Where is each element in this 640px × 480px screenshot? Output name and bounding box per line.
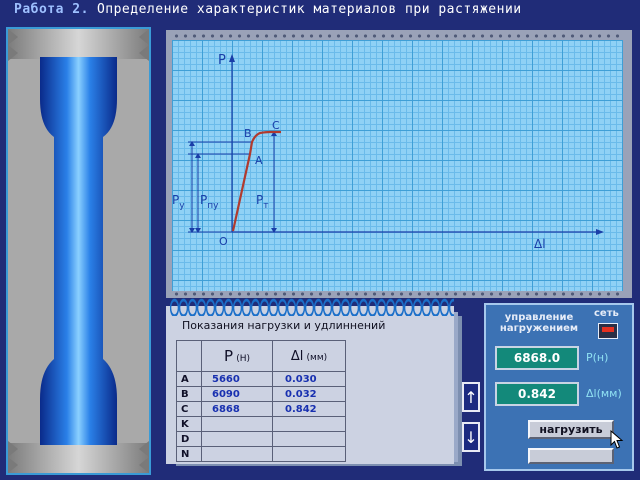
net-indicator-icon [602, 327, 614, 332]
cell-p [201, 446, 273, 462]
cell-dl [272, 416, 346, 432]
point-b: B [244, 127, 252, 140]
load-button[interactable]: нагрузить [528, 420, 614, 439]
header-dl: Δl (мм) [272, 340, 346, 372]
table-row: B 6090 0.032 [176, 386, 346, 402]
load-unit: P(н) [586, 351, 609, 364]
label-pt: Pт [256, 193, 269, 211]
label-ppu: Pпу [200, 193, 219, 211]
scroll-up-button[interactable]: ↑ [462, 382, 480, 412]
table-row: D [176, 431, 346, 447]
row-label: N [176, 446, 202, 462]
row-label: B [176, 386, 202, 402]
row-label: C [176, 401, 202, 417]
header-p: P (Н) [201, 340, 273, 372]
point-o: O [219, 235, 228, 248]
cell-dl [272, 431, 346, 447]
cell-p [201, 416, 273, 432]
table-row: A 5660 0.030 [176, 371, 346, 387]
cell-p: 6090 [201, 386, 273, 402]
work-title: Определение характеристик материалов при… [96, 2, 522, 17]
table-title: Показания нагрузки и удлиннений [182, 319, 386, 332]
cell-p: 5660 [201, 371, 273, 387]
row-label: D [176, 431, 202, 447]
y-axis-label: P [218, 53, 226, 68]
specimen-panel [6, 27, 151, 475]
row-label: K [176, 416, 202, 432]
paper-holes-bottom [172, 291, 623, 297]
table-row: N [176, 446, 346, 462]
load-display: 6868.0 [495, 346, 579, 370]
specimen-image [8, 29, 149, 473]
scroll-down-button[interactable]: ↓ [462, 422, 480, 452]
corner-cell [176, 340, 202, 372]
table-row: K [176, 416, 346, 432]
control-heading: управление нагружением [499, 312, 579, 334]
elongation-display: 0.842 [495, 382, 579, 406]
net-switch[interactable] [598, 323, 618, 339]
cell-dl [272, 446, 346, 462]
mouse-cursor-icon [610, 430, 624, 449]
point-a: A [255, 154, 263, 167]
notebook-spiral [170, 298, 454, 316]
x-axis-label: Δl [534, 237, 546, 251]
cell-p: 6868 [201, 401, 273, 417]
row-label: A [176, 371, 202, 387]
table-row: C 6868 0.842 [176, 401, 346, 417]
cell-p [201, 431, 273, 447]
cell-dl: 0.030 [272, 371, 346, 387]
window-title: Работа 2. Определение характеристик матер… [14, 2, 522, 22]
point-c: C [272, 119, 280, 132]
table-header-row: P (Н) Δl (мм) [176, 340, 346, 372]
elongation-unit: Δl(мм) [586, 387, 622, 400]
label-py: Py [172, 193, 185, 211]
arrow-up-icon: ↑ [464, 387, 478, 407]
load-elongation-diagram: P Δl O A B C Py Pпу Pт [172, 53, 604, 251]
arrow-down-icon: ↓ [464, 427, 478, 447]
second-button[interactable] [528, 448, 614, 464]
cell-dl: 0.842 [272, 401, 346, 417]
work-label: Работа 2. [14, 2, 89, 17]
readings-table: P (Н) Δl (мм) A 5660 0.030 B 6090 0.032 C 686… [176, 340, 346, 462]
net-label: сеть [594, 308, 619, 319]
paper-holes-top [172, 33, 623, 39]
cell-dl: 0.032 [272, 386, 346, 402]
